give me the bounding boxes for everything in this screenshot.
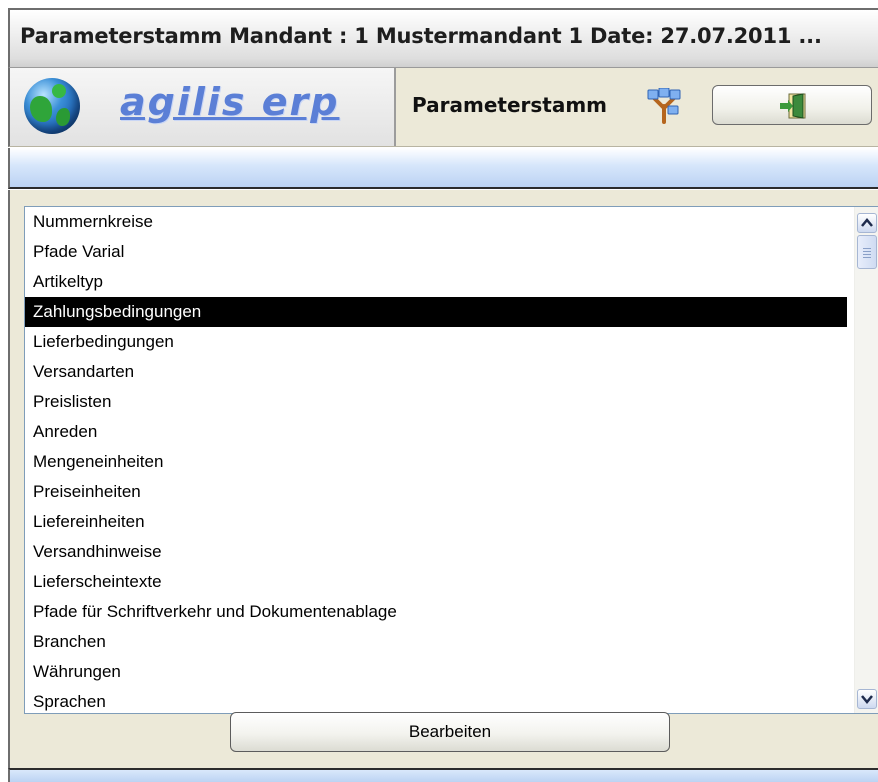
chevron-down-icon xyxy=(861,695,873,704)
exit-button[interactable] xyxy=(712,85,872,125)
list-item[interactable]: Zahlungsbedingungen xyxy=(25,297,847,327)
vertical-scrollbar[interactable] xyxy=(854,207,878,713)
globe-icon xyxy=(24,78,80,134)
scroll-up-button[interactable] xyxy=(857,213,877,233)
list-item[interactable]: Pfade Varial xyxy=(25,237,847,267)
header: agilis erp Parameterstamm xyxy=(8,68,878,147)
tree-icon xyxy=(647,88,681,124)
bottom-strip xyxy=(8,768,878,782)
brand-logo-text: agilis erp xyxy=(120,80,340,124)
list-item[interactable]: Pfade für Schriftverkehr und Dokumentena… xyxy=(25,597,847,627)
title-bar[interactable]: Parameterstamm Mandant : 1 Mustermandant… xyxy=(8,8,878,68)
list-item[interactable]: Preislisten xyxy=(25,387,847,417)
list-item[interactable]: Versandhinweise xyxy=(25,537,847,567)
blue-band xyxy=(8,148,878,189)
edit-button[interactable]: Bearbeiten xyxy=(230,712,670,752)
list-item[interactable]: Lieferscheintexte xyxy=(25,567,847,597)
list-item[interactable]: Sprachen xyxy=(25,687,847,713)
app-window: Parameterstamm Mandant : 1 Mustermandant… xyxy=(0,0,878,782)
parameter-list[interactable]: Nummernkreise Pfade Varial Artikeltyp Zahlu… xyxy=(25,207,847,713)
list-item[interactable]: Versandarten xyxy=(25,357,847,387)
scroll-thumb[interactable] xyxy=(857,235,877,269)
list-item[interactable]: Artikeltyp xyxy=(25,267,847,297)
chevron-up-icon xyxy=(861,218,873,227)
list-item[interactable]: Preiseinheiten xyxy=(25,477,847,507)
main-panel: Nummernkreise Pfade Varial Artikeltyp Zahlu… xyxy=(8,190,878,768)
window-title: Parameterstamm Mandant : 1 Mustermandant… xyxy=(20,24,822,48)
list-item[interactable]: Liefereinheiten xyxy=(25,507,847,537)
logo-area: agilis erp xyxy=(10,68,396,146)
list-item[interactable]: Branchen xyxy=(25,627,847,657)
exit-door-icon xyxy=(780,93,806,119)
scroll-down-button[interactable] xyxy=(857,689,877,709)
list-item[interactable]: Anreden xyxy=(25,417,847,447)
list-item[interactable]: Lieferbedingungen xyxy=(25,327,847,357)
section-title: Parameterstamm xyxy=(412,93,608,117)
parameter-listbox[interactable]: Nummernkreise Pfade Varial Artikeltyp Zahlu… xyxy=(24,206,878,714)
list-item[interactable]: Nummernkreise xyxy=(25,207,847,237)
list-item[interactable]: Währungen xyxy=(25,657,847,687)
list-item[interactable]: Mengeneinheiten xyxy=(25,447,847,477)
